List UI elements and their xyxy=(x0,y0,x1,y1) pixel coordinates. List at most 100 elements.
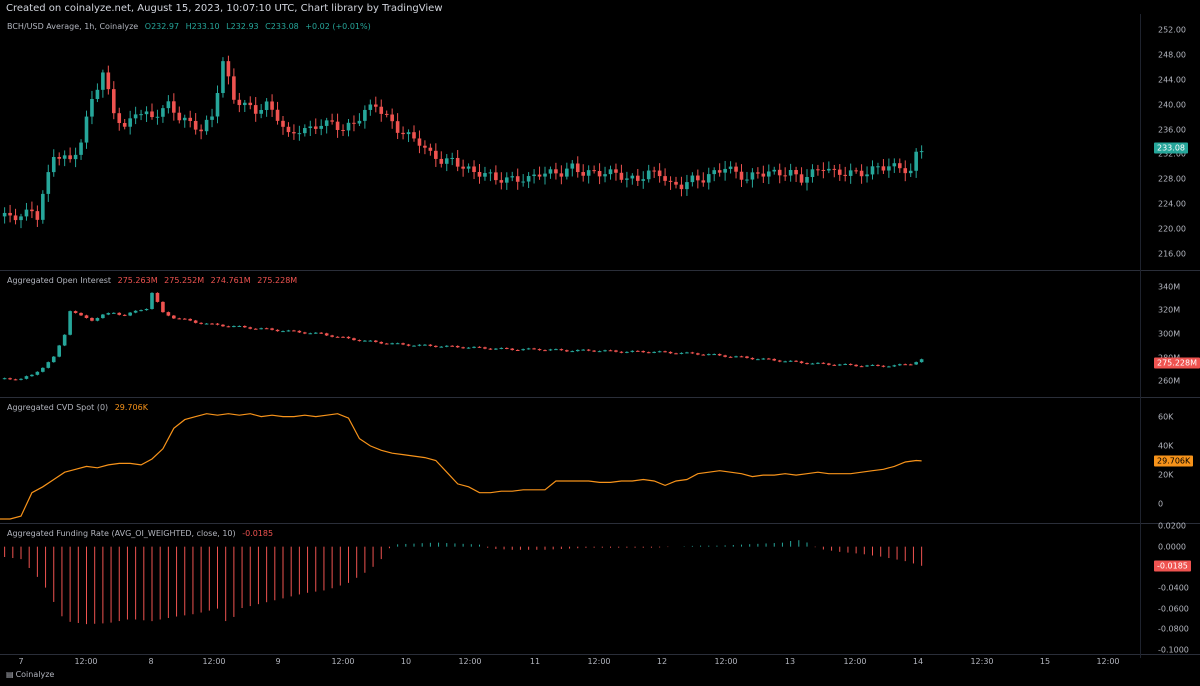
oi-candle xyxy=(177,318,182,320)
price-candle xyxy=(472,166,476,173)
oi-candle xyxy=(455,345,460,348)
price-candle xyxy=(68,155,72,160)
footer-brand: ▤ Coinalyze xyxy=(6,670,54,679)
price-candle xyxy=(690,175,695,183)
price-candle xyxy=(155,116,160,118)
oi-candle xyxy=(526,348,531,350)
price-candle xyxy=(111,89,116,114)
oi-candle xyxy=(395,343,400,345)
oi-candle xyxy=(155,292,160,302)
funding-rate-plot[interactable] xyxy=(0,524,1140,654)
oi-candle xyxy=(248,327,253,329)
oi-candle xyxy=(41,367,45,372)
oi-candle xyxy=(903,364,908,366)
price-candle xyxy=(379,106,384,114)
price-axis-tick: 248.00 xyxy=(1158,50,1186,60)
oi-candle xyxy=(13,379,18,381)
price-pane[interactable]: BCH/USD Average, 1h, Coinalyze O232.97 H… xyxy=(0,14,1200,270)
oi-candle xyxy=(908,364,913,366)
oi-candle xyxy=(794,360,798,362)
oi-candle xyxy=(466,347,471,349)
price-candle xyxy=(603,174,607,177)
oi-candle xyxy=(821,362,826,364)
oi-candle xyxy=(635,350,640,352)
price-candle xyxy=(919,151,924,153)
price-candle xyxy=(625,178,629,180)
price-candle xyxy=(395,121,400,133)
time-axis-tick: 12:00 xyxy=(1096,657,1120,666)
oi-candle xyxy=(739,356,744,358)
price-candle xyxy=(723,168,727,173)
price-candle xyxy=(248,102,253,106)
oi-candle xyxy=(783,361,787,363)
oi-candle xyxy=(144,308,149,311)
price-candle xyxy=(177,112,182,121)
oi-candle xyxy=(646,352,651,354)
cvd-legend: Aggregated CVD Spot (0) 29.706K xyxy=(7,403,148,412)
price-candle xyxy=(368,104,373,110)
price-candle xyxy=(41,193,45,220)
oi-candle xyxy=(919,359,924,363)
cvd-plot[interactable] xyxy=(0,398,1140,523)
price-candle xyxy=(133,114,138,119)
oi-candle xyxy=(319,332,324,334)
price-candle xyxy=(139,114,143,116)
price-candle xyxy=(417,138,422,146)
oi-candle xyxy=(630,350,635,352)
oi-candle xyxy=(133,310,138,313)
oi-candle xyxy=(805,363,809,365)
oi-candle xyxy=(352,338,356,341)
oi-candle xyxy=(264,328,269,330)
price-candle xyxy=(46,172,51,194)
open-interest-plot[interactable] xyxy=(0,271,1140,397)
price-candle xyxy=(95,89,100,100)
cvd-pane[interactable]: Aggregated CVD Spot (0) 29.706K 60K 40K 20… xyxy=(0,398,1200,523)
price-candle xyxy=(412,132,416,139)
oi-candle xyxy=(281,331,285,333)
price-candle xyxy=(57,157,62,159)
price-candle xyxy=(892,163,897,167)
price-legend-change: +0.02 (+0.01%) xyxy=(305,22,371,31)
price-legend-name: BCH/USD Average, 1h, Coinalyze xyxy=(7,22,139,31)
oi-candle xyxy=(914,362,918,365)
oi-candle xyxy=(406,344,411,346)
oi-last-badge: 275.228M xyxy=(1154,357,1200,369)
open-interest-pane[interactable]: Aggregated Open Interest 275.263M 275.25… xyxy=(0,271,1200,397)
time-axis-tick: 7 xyxy=(18,657,24,666)
oi-legend-low: 274.761M xyxy=(210,276,251,285)
oi-candle xyxy=(586,349,591,351)
price-candle xyxy=(450,157,455,159)
price-candle xyxy=(565,168,569,177)
oi-candle xyxy=(62,334,67,346)
price-candle xyxy=(750,172,755,180)
price-candle xyxy=(859,170,864,177)
price-candle xyxy=(772,169,777,172)
funding-pane[interactable]: Aggregated Funding Rate (AVG_OI_WEIGHTED… xyxy=(0,522,1200,655)
oi-candle xyxy=(324,333,329,336)
chart-created-caption: Created on coinalyze.net, August 15, 202… xyxy=(6,3,443,14)
time-axis-tick: 11 xyxy=(529,657,541,666)
oi-candle xyxy=(652,351,656,353)
funding-legend: Aggregated Funding Rate (AVG_OI_WEIGHTED… xyxy=(7,529,273,538)
price-candle xyxy=(117,113,122,124)
price-candle xyxy=(543,173,547,177)
oi-candle xyxy=(777,360,782,362)
price-candle xyxy=(510,176,515,178)
oi-candle xyxy=(423,344,427,346)
oi-candle xyxy=(663,351,667,353)
cvd-axis-tick: 40K xyxy=(1158,441,1174,451)
oi-candle xyxy=(242,325,247,328)
oi-candle xyxy=(810,363,815,365)
price-candle xyxy=(210,116,214,120)
oi-candle xyxy=(597,351,602,353)
oi-candle xyxy=(30,374,34,377)
time-axis-tick: 12:00 xyxy=(587,657,611,666)
time-axis-tick: 12:00 xyxy=(74,657,98,666)
price-candles-plot[interactable] xyxy=(0,14,1140,270)
price-candle xyxy=(777,169,782,176)
price-axis-tick: 224.00 xyxy=(1158,199,1186,209)
oi-candle xyxy=(608,350,613,352)
price-candle xyxy=(608,169,613,175)
oi-candle xyxy=(799,361,804,364)
oi-candle xyxy=(139,310,143,312)
